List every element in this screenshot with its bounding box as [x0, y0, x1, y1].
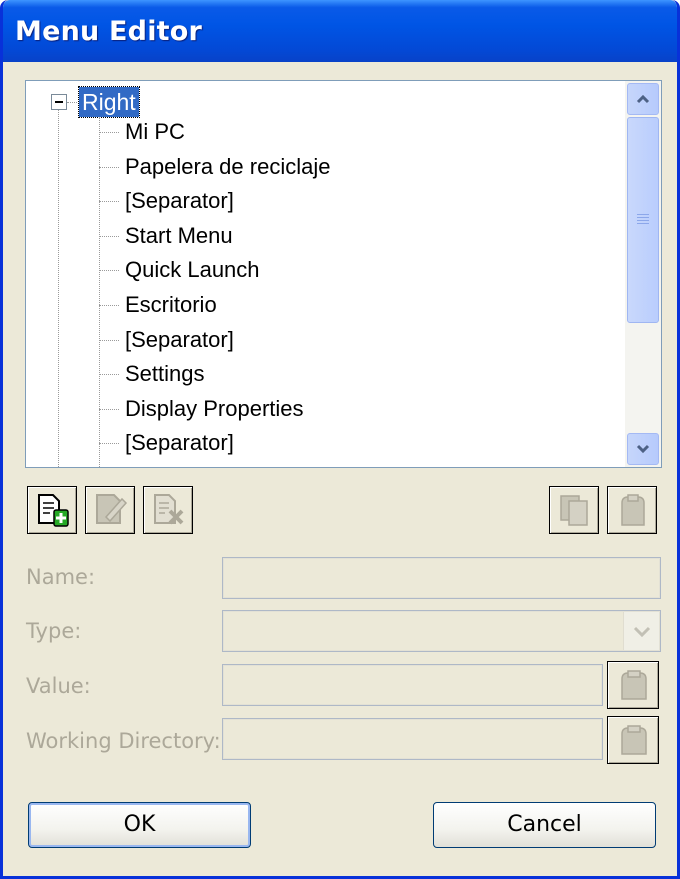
add-item-button[interactable] [27, 486, 77, 534]
working-directory-field[interactable] [222, 718, 603, 760]
tree-connector [99, 201, 119, 202]
menu-editor-window: Menu Editor Right Mi PC Papelera de reci… [0, 0, 680, 879]
tree-item[interactable]: [Separator] [99, 323, 599, 357]
value-label: Value: [26, 674, 91, 698]
tree-connector [99, 374, 119, 375]
delete-item-button[interactable] [143, 486, 193, 534]
tree-connector [99, 132, 119, 133]
grip-icon [637, 214, 649, 226]
working-directory-browse-button[interactable] [607, 716, 659, 764]
tree-guide-line [58, 109, 59, 467]
tree-item[interactable]: [Separator] [99, 184, 599, 218]
chevron-down-icon [633, 626, 651, 638]
tree-item-label: Papelera de reciclaje [125, 154, 331, 179]
tree-item[interactable]: Start Menu [99, 219, 599, 253]
browse-icon [621, 725, 647, 755]
tree-connector [99, 340, 119, 341]
tree-connector [99, 443, 119, 444]
name-label: Name: [26, 565, 96, 589]
tree-item[interactable]: Display Properties [99, 392, 599, 426]
dialog-body: Right Mi PC Papelera de reciclaje [Separ… [3, 62, 677, 876]
scroll-up-button[interactable] [627, 83, 659, 115]
tree-connector [99, 167, 119, 168]
tree-item-label: Display Properties [125, 396, 304, 421]
type-dropdown-button[interactable] [623, 612, 659, 650]
value-browse-button[interactable] [607, 661, 659, 709]
menu-tree-view[interactable]: Right Mi PC Papelera de reciclaje [Separ… [25, 80, 662, 468]
tree-item[interactable]: Escritorio [99, 288, 599, 322]
tree-root-right[interactable]: Right [78, 86, 140, 118]
vertical-scrollbar[interactable] [625, 81, 661, 467]
working-directory-label: Working Directory: [26, 729, 221, 753]
tree-connector [99, 409, 119, 410]
value-field[interactable] [222, 664, 603, 706]
tree-item-label: Settings [125, 361, 205, 386]
tree-item[interactable]: Mi PC [99, 115, 599, 149]
tree-item[interactable]: [Separator] [99, 426, 599, 460]
tree-connector [67, 102, 77, 103]
tree-item[interactable]: Papelera de reciclaje [99, 150, 599, 184]
tree-connector [99, 236, 119, 237]
tree-item-label: Escritorio [125, 292, 217, 317]
scroll-down-button[interactable] [627, 433, 659, 465]
scroll-thumb[interactable] [627, 117, 659, 323]
tree-connector [99, 305, 119, 306]
ok-button[interactable]: OK [28, 802, 251, 848]
tree-item[interactable]: Settings [99, 357, 599, 391]
title-bar[interactable]: Menu Editor [3, 0, 677, 62]
browse-icon [621, 670, 647, 700]
tree-item-label: Mi PC [125, 119, 185, 144]
tree-connector [99, 270, 119, 271]
chevron-down-icon [636, 444, 650, 454]
delete-item-icon [154, 494, 184, 525]
paste-icon [621, 494, 645, 526]
paste-button[interactable] [607, 486, 657, 534]
tree-item[interactable]: Quick Launch [99, 253, 599, 287]
cancel-button[interactable]: Cancel [433, 802, 656, 848]
edit-item-button[interactable] [85, 486, 135, 534]
tree-item-label: [Separator] [125, 327, 234, 352]
window-title: Menu Editor [15, 16, 203, 47]
tree-item-label: Start Menu [125, 223, 233, 248]
collapse-toggle-icon[interactable] [51, 94, 67, 110]
copy-button[interactable] [549, 486, 599, 534]
name-field[interactable] [222, 557, 661, 599]
add-item-icon [38, 494, 69, 527]
tree-item-label: [Separator] [125, 430, 234, 455]
tree-content: Right Mi PC Papelera de reciclaje [Separ… [26, 81, 625, 467]
edit-item-icon [96, 494, 128, 524]
copy-icon [560, 495, 588, 526]
tree-item-label: Quick Launch [125, 257, 260, 282]
chevron-up-icon [636, 94, 650, 104]
type-select[interactable] [222, 610, 661, 652]
tree-item-label: [Separator] [125, 188, 234, 213]
type-label: Type: [26, 619, 82, 643]
